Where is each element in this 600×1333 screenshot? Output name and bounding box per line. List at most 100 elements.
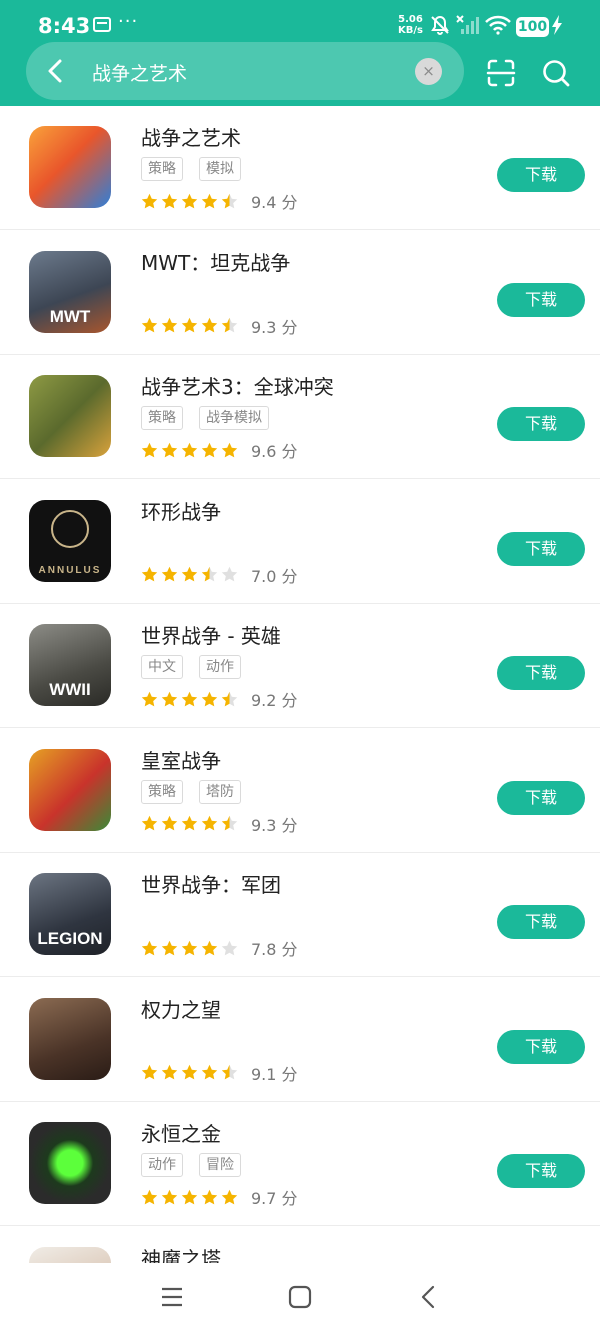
star-full-icon	[141, 566, 158, 582]
app-score: 9.2 分	[251, 691, 298, 710]
app-tags: 策略 塔防	[141, 779, 241, 804]
app-list-item[interactable]: 战争艺术3：全球冲突策略 战争模拟 9.6 分 下载	[0, 355, 600, 479]
star-full-icon	[141, 193, 158, 208]
star-rating	[141, 691, 238, 708]
star-full-icon	[201, 940, 218, 955]
app-rating: 9.1 分	[141, 1061, 298, 1085]
network-speed-unit: KB/s	[398, 25, 423, 36]
star-half-icon	[221, 815, 238, 831]
star-full-icon	[181, 317, 198, 333]
search-icon[interactable]	[541, 58, 571, 88]
charging-icon	[552, 15, 562, 35]
star-full-icon	[201, 442, 218, 457]
app-list-item[interactable]: 权力之望 9.1 分 下载	[0, 978, 600, 1102]
download-button[interactable]: 下载	[497, 905, 585, 939]
app-name[interactable]: 世界战争：军团	[141, 869, 281, 898]
app-rating: 9.3 分	[141, 314, 298, 338]
app-icon[interactable]	[29, 1246, 111, 1263]
star-full-icon	[221, 442, 238, 457]
app-icon[interactable]	[29, 997, 111, 1080]
star-full-icon	[141, 442, 158, 457]
app-icon[interactable]: WWII	[29, 624, 111, 706]
star-empty-icon	[221, 940, 238, 955]
app-score: 9.6 分	[251, 442, 298, 461]
app-icon[interactable]: ANNULUS	[29, 499, 111, 582]
app-list-item[interactable]: WWII 世界战争 - 英雄 中文 动作 9.2 分 下载	[0, 604, 600, 728]
status-bar: 8:43 ··· 5.06 KB/s 100	[0, 0, 600, 42]
app-rating: 7.0 分	[141, 563, 298, 587]
notification-icon	[93, 17, 111, 32]
star-rating	[141, 1064, 238, 1081]
star-full-icon	[181, 940, 198, 955]
star-full-icon	[181, 815, 198, 831]
app-name[interactable]: 神魔之塔	[141, 1243, 221, 1264]
star-full-icon	[161, 815, 178, 831]
app-score: 9.3 分	[251, 317, 298, 337]
star-full-icon	[161, 317, 178, 333]
download-button[interactable]: 下载	[497, 158, 585, 192]
mute-bell-icon	[431, 15, 449, 35]
app-icon[interactable]	[29, 126, 111, 208]
app-tags: 策略 模拟	[141, 157, 241, 181]
star-full-icon	[141, 815, 158, 831]
app-list-item[interactable]: LEGION 世界战争：军团 7.8 分 下载	[0, 853, 600, 977]
back-icon[interactable]	[418, 1285, 440, 1309]
star-rating	[141, 815, 238, 832]
star-full-icon	[141, 940, 158, 955]
app-tags: 动作 冒险	[141, 1153, 241, 1177]
star-half-icon	[221, 1064, 238, 1080]
app-name[interactable]: 皇室战争	[141, 745, 221, 774]
star-full-icon	[161, 193, 178, 208]
more-notifications-icon: ···	[118, 11, 139, 32]
app-icon[interactable]	[29, 748, 111, 831]
menu-icon[interactable]	[161, 1286, 183, 1308]
download-button[interactable]: 下载	[497, 531, 585, 566]
app-name[interactable]: 世界战争 - 英雄	[141, 620, 281, 649]
app-rating: 9.4 分	[141, 189, 298, 213]
app-icon-label: LEGION	[37, 929, 103, 948]
app-tag: 模拟	[199, 157, 241, 181]
app-icon[interactable]	[29, 375, 111, 457]
download-button[interactable]: 下载	[497, 407, 585, 441]
status-time: 8:43	[38, 14, 91, 38]
download-button[interactable]: 下载	[497, 282, 585, 317]
app-name[interactable]: 战争之艺术	[141, 122, 241, 151]
app-name[interactable]: 权力之望	[141, 994, 221, 1023]
search-input[interactable]	[92, 58, 402, 86]
star-full-icon	[181, 691, 198, 706]
star-full-icon	[201, 815, 218, 831]
app-list-item[interactable]: 战争之艺术策略 模拟 9.4 分 下载	[0, 106, 600, 230]
home-icon[interactable]	[288, 1285, 312, 1309]
download-button[interactable]: 下载	[497, 1154, 585, 1188]
app-tag: 动作	[199, 655, 241, 679]
app-name[interactable]: 永恒之金	[141, 1118, 221, 1147]
chevron-left-icon[interactable]	[42, 57, 70, 85]
star-full-icon	[161, 1064, 178, 1080]
app-list-item[interactable]: 永恒之金 动作 冒险 9.7 分 下载	[0, 1102, 600, 1226]
app-list-item[interactable]: ANNULUS 环形战争 7.0 分 下载	[0, 480, 600, 604]
app-tags: 策略 战争模拟	[141, 406, 269, 430]
app-score: 9.3 分	[251, 815, 298, 835]
scan-icon[interactable]	[486, 58, 516, 88]
app-icon[interactable]: MWT	[29, 250, 111, 333]
app-list-item[interactable]: 皇室战争策略 塔防 9.3 分 下载	[0, 729, 600, 853]
download-button[interactable]: 下载	[497, 656, 585, 690]
star-full-icon	[161, 1189, 178, 1204]
app-tag: 塔防	[199, 779, 241, 804]
star-rating	[141, 442, 238, 459]
app-list-item[interactable]: 神魔之塔	[0, 1227, 600, 1264]
app-tag: 策略	[141, 406, 183, 430]
download-button[interactable]: 下载	[497, 780, 585, 815]
app-list-item[interactable]: MWT MWT：坦克战争 9.3 分 下载	[0, 231, 600, 355]
star-full-icon	[141, 691, 158, 706]
star-rating	[141, 193, 238, 210]
star-full-icon	[181, 442, 198, 457]
app-icon-label: MWT	[49, 306, 91, 326]
close-icon[interactable]: ×	[415, 58, 442, 85]
download-button[interactable]: 下载	[497, 1029, 585, 1064]
app-name[interactable]: 环形战争	[141, 496, 221, 525]
app-icon[interactable]	[29, 1122, 111, 1204]
app-name[interactable]: MWT：坦克战争	[141, 247, 290, 276]
app-icon[interactable]: LEGION	[29, 873, 111, 955]
app-name[interactable]: 战争艺术3：全球冲突	[141, 371, 334, 400]
